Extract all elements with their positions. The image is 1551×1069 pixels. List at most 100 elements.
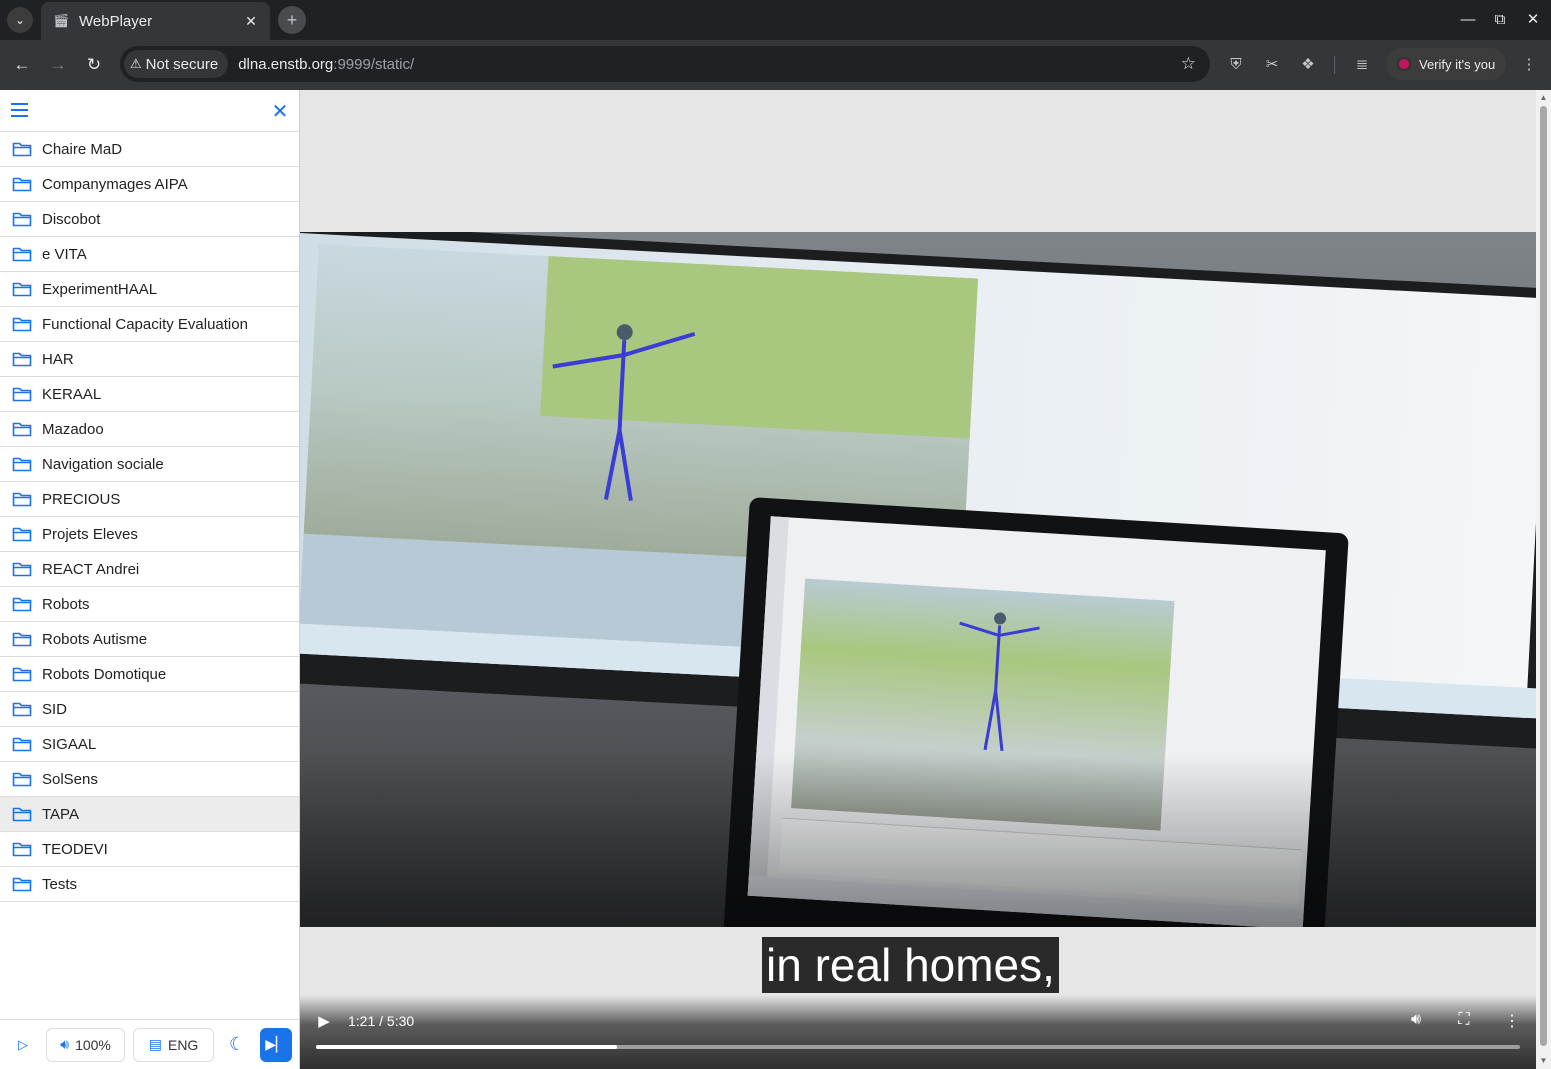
page-content: ✕ Chaire MaD Companymages AIPA Discobot e V… bbox=[0, 90, 1551, 1069]
folder-item[interactable]: Tests bbox=[0, 867, 299, 902]
sidebar-footer: ▷ 🔊︎ 100% ▤ ENG ☾ ▶▏ bbox=[0, 1019, 300, 1069]
folder-item[interactable]: TEODEVI bbox=[0, 832, 299, 867]
folder-item[interactable]: SIGAAL bbox=[0, 727, 299, 762]
folder-item[interactable]: TAPA bbox=[0, 797, 299, 832]
hamburger-menu-icon[interactable] bbox=[11, 103, 28, 117]
folder-item[interactable]: Functional Capacity Evaluation bbox=[0, 307, 299, 342]
volume-button[interactable]: 🔊︎ 100% bbox=[46, 1027, 126, 1062]
folder-label: Functional Capacity Evaluation bbox=[42, 315, 248, 333]
folder-icon bbox=[12, 772, 32, 787]
folder-icon bbox=[12, 667, 32, 682]
folder-item[interactable]: Discobot bbox=[0, 202, 299, 237]
folder-item[interactable]: KERAAL bbox=[0, 377, 299, 412]
browser-tab[interactable]: 🎬︎ WebPlayer ✕ bbox=[41, 2, 270, 40]
forward-arrow-icon[interactable]: → bbox=[45, 52, 71, 78]
folder-item[interactable]: Mazadoo bbox=[0, 412, 299, 447]
folder-item[interactable]: Robots Autisme bbox=[0, 622, 299, 657]
url-text[interactable]: dlna.enstb.org:9999/static/ bbox=[238, 56, 1181, 73]
toolbar-divider bbox=[1334, 56, 1335, 74]
restore-icon[interactable]: ⧉ bbox=[1488, 8, 1512, 32]
video-more-options-icon[interactable]: ⋮ bbox=[1500, 1011, 1524, 1031]
folder-label: KERAAL bbox=[42, 385, 102, 403]
back-arrow-icon[interactable]: ← bbox=[9, 52, 35, 78]
folder-item[interactable]: REACT Andrei bbox=[0, 552, 299, 587]
folder-item[interactable]: Navigation sociale bbox=[0, 447, 299, 482]
url-path: :9999/static/ bbox=[333, 55, 415, 73]
video-caption: in real homes, bbox=[762, 937, 1059, 993]
scrollbar-thumb[interactable] bbox=[1540, 106, 1547, 1046]
tab-search-chevron-down-icon[interactable]: ⌄ bbox=[7, 7, 33, 33]
minimize-icon[interactable]: — bbox=[1456, 8, 1480, 32]
security-label: Not secure bbox=[145, 55, 219, 73]
volume-label: 100% bbox=[75, 1036, 111, 1053]
video-frame[interactable] bbox=[300, 232, 1536, 927]
play-icon[interactable]: ▶ bbox=[314, 1012, 334, 1030]
sidebar-close-icon[interactable]: ✕ bbox=[270, 99, 290, 124]
folder-icon bbox=[12, 247, 32, 262]
scissors-extension-icon[interactable]: ✂ bbox=[1259, 52, 1285, 78]
folder-label: Companymages AIPA bbox=[42, 175, 188, 193]
folder-item[interactable]: PRECIOUS bbox=[0, 482, 299, 517]
new-tab-plus-icon[interactable]: + bbox=[278, 6, 306, 34]
folder-icon bbox=[12, 632, 32, 647]
folder-item[interactable]: HAR bbox=[0, 342, 299, 377]
folder-label: PRECIOUS bbox=[42, 490, 121, 508]
folder-item[interactable]: e VITA bbox=[0, 237, 299, 272]
folder-item[interactable]: ExperimentHAAL bbox=[0, 272, 299, 307]
scroll-down-arrow-icon[interactable]: ▼ bbox=[1539, 1057, 1548, 1065]
speaker-icon: 🔊︎ bbox=[60, 1036, 70, 1052]
folder-label: Robots Autisme bbox=[42, 630, 148, 648]
folder-item[interactable]: Robots Domotique bbox=[0, 657, 299, 692]
folder-icon bbox=[12, 737, 32, 752]
dark-mode-moon-icon[interactable]: ☾ bbox=[222, 1027, 253, 1062]
folder-label: Discobot bbox=[42, 210, 101, 228]
seek-bar[interactable] bbox=[316, 1045, 1520, 1049]
puzzle-extensions-icon[interactable]: ❖ bbox=[1295, 52, 1321, 78]
folder-label: SIGAAL bbox=[42, 735, 97, 753]
video-vignette bbox=[300, 232, 1536, 927]
tab-title: WebPlayer bbox=[79, 12, 153, 30]
folder-icon bbox=[12, 317, 32, 332]
folder-item[interactable]: Projets Eleves bbox=[0, 517, 299, 552]
kebab-menu-icon[interactable]: ⋮ bbox=[1516, 52, 1542, 78]
skip-next-icon[interactable]: ▶▏ bbox=[260, 1027, 292, 1062]
folder-icon bbox=[12, 877, 32, 892]
page-scrollbar[interactable]: ▲ ▼ bbox=[1536, 90, 1551, 1069]
folder-icon bbox=[12, 142, 32, 157]
folder-list: Chaire MaD Companymages AIPA Discobot e VIT… bbox=[0, 132, 299, 902]
folder-label: TEODEVI bbox=[42, 840, 108, 858]
folder-icon bbox=[12, 422, 32, 437]
window-close-icon[interactable]: ✕ bbox=[1521, 8, 1545, 32]
address-bar[interactable]: ⚠ Not secure dlna.enstb.org:9999/static/… bbox=[120, 46, 1210, 82]
subtitles-label: ENG bbox=[167, 1036, 199, 1053]
folder-icon bbox=[12, 387, 32, 402]
media-queue-icon[interactable]: ≣ bbox=[1349, 52, 1375, 78]
folder-label: ExperimentHAAL bbox=[42, 280, 158, 298]
folder-label: Chaire MaD bbox=[42, 140, 123, 158]
tab-close-icon[interactable]: ✕ bbox=[242, 13, 260, 30]
volume-speaker-icon[interactable]: 🔊︎ bbox=[1404, 1011, 1428, 1029]
scroll-up-arrow-icon[interactable]: ▲ bbox=[1539, 94, 1548, 102]
folder-item[interactable]: Companymages AIPA bbox=[0, 167, 299, 202]
subtitles-button[interactable]: ▤ ENG bbox=[133, 1027, 214, 1062]
folder-item[interactable]: SolSens bbox=[0, 762, 299, 797]
folder-label: SID bbox=[42, 700, 68, 718]
bookmark-star-icon[interactable]: ☆ bbox=[1181, 54, 1196, 74]
security-chip[interactable]: ⚠ Not secure bbox=[124, 50, 229, 78]
video-player[interactable]: in real homes, ▶ 1:21 / 5:30 🔊︎ ⛶ ⋮ bbox=[300, 90, 1536, 1069]
play-outline-icon[interactable]: ▷ bbox=[8, 1027, 39, 1062]
folder-label: HAR bbox=[42, 350, 74, 368]
url-host: dlna.enstb.org bbox=[238, 55, 334, 73]
verify-profile-button[interactable]: Verify it's you bbox=[1386, 48, 1506, 80]
shield-extension-icon[interactable]: ⛨ bbox=[1223, 52, 1249, 78]
fullscreen-icon[interactable]: ⛶ bbox=[1452, 1011, 1476, 1029]
folder-item[interactable]: Robots bbox=[0, 587, 299, 622]
folder-label: REACT Andrei bbox=[42, 560, 140, 578]
folder-label: Navigation sociale bbox=[42, 455, 164, 473]
folder-item[interactable]: SID bbox=[0, 692, 299, 727]
sidebar-header: ✕ bbox=[0, 90, 299, 132]
folder-item[interactable]: Chaire MaD bbox=[0, 132, 299, 167]
reload-icon[interactable]: ↻ bbox=[81, 52, 107, 78]
folder-icon bbox=[12, 492, 32, 507]
folder-label: Tests bbox=[42, 875, 78, 893]
